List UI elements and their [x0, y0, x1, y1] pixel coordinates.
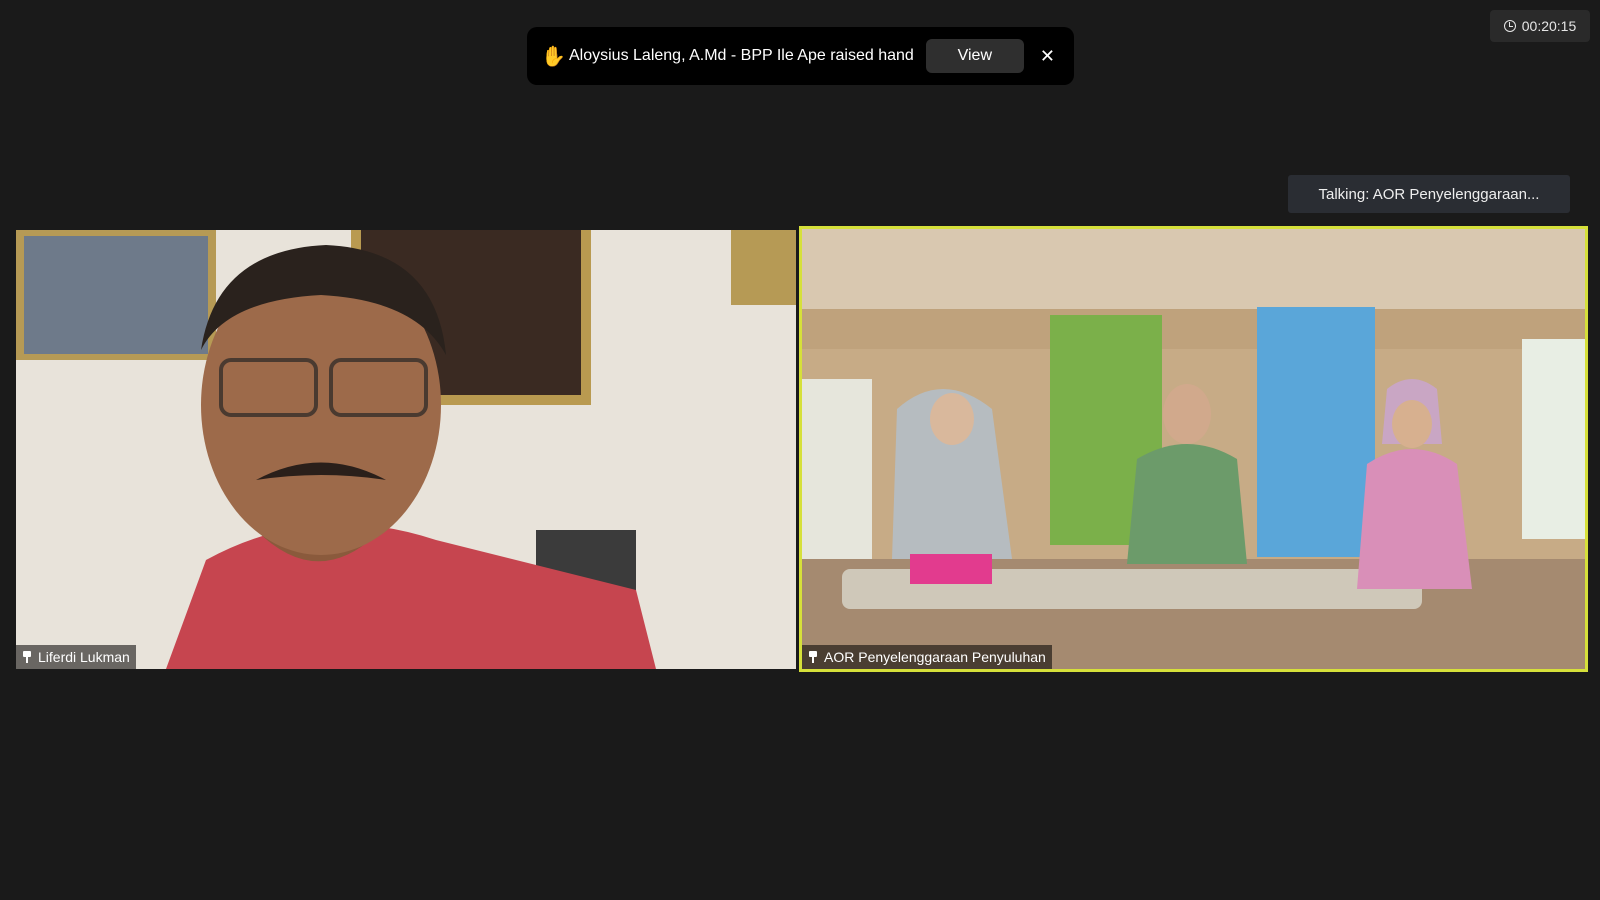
participant-name: Liferdi Lukman	[38, 649, 130, 665]
raised-hand-notification: ✋ Aloysius Laleng, A.Md - BPP Ile Ape ra…	[527, 27, 1074, 85]
pin-icon	[22, 651, 32, 663]
clock-icon	[1503, 20, 1516, 32]
meeting-timer: 00:20:15	[1490, 10, 1590, 42]
pin-icon	[808, 651, 818, 663]
video-tile-aor-penyelenggaraan-penyuluhan[interactable]: AOR Penyelenggaraan Penyuluhan	[799, 226, 1588, 672]
participant-video	[16, 230, 796, 669]
participant-name-tag: AOR Penyelenggaraan Penyuluhan	[802, 645, 1052, 669]
participant-video	[802, 229, 1585, 669]
participant-name: AOR Penyelenggaraan Penyuluhan	[824, 649, 1046, 665]
talking-indicator: Talking: AOR Penyelenggaraan...	[1288, 175, 1570, 213]
participant-name-tag: Liferdi Lukman	[16, 645, 136, 669]
timer-text: 00:20:15	[1521, 18, 1577, 34]
video-tile-liferdi-lukman[interactable]: Liferdi Lukman	[16, 230, 796, 669]
close-icon[interactable]: ✕	[1040, 46, 1055, 67]
view-button[interactable]: View	[925, 39, 1024, 73]
raised-hand-icon: ✋	[541, 45, 566, 68]
notification-text: Aloysius Laleng, A.Md - BPP Ile Ape rais…	[569, 47, 914, 64]
